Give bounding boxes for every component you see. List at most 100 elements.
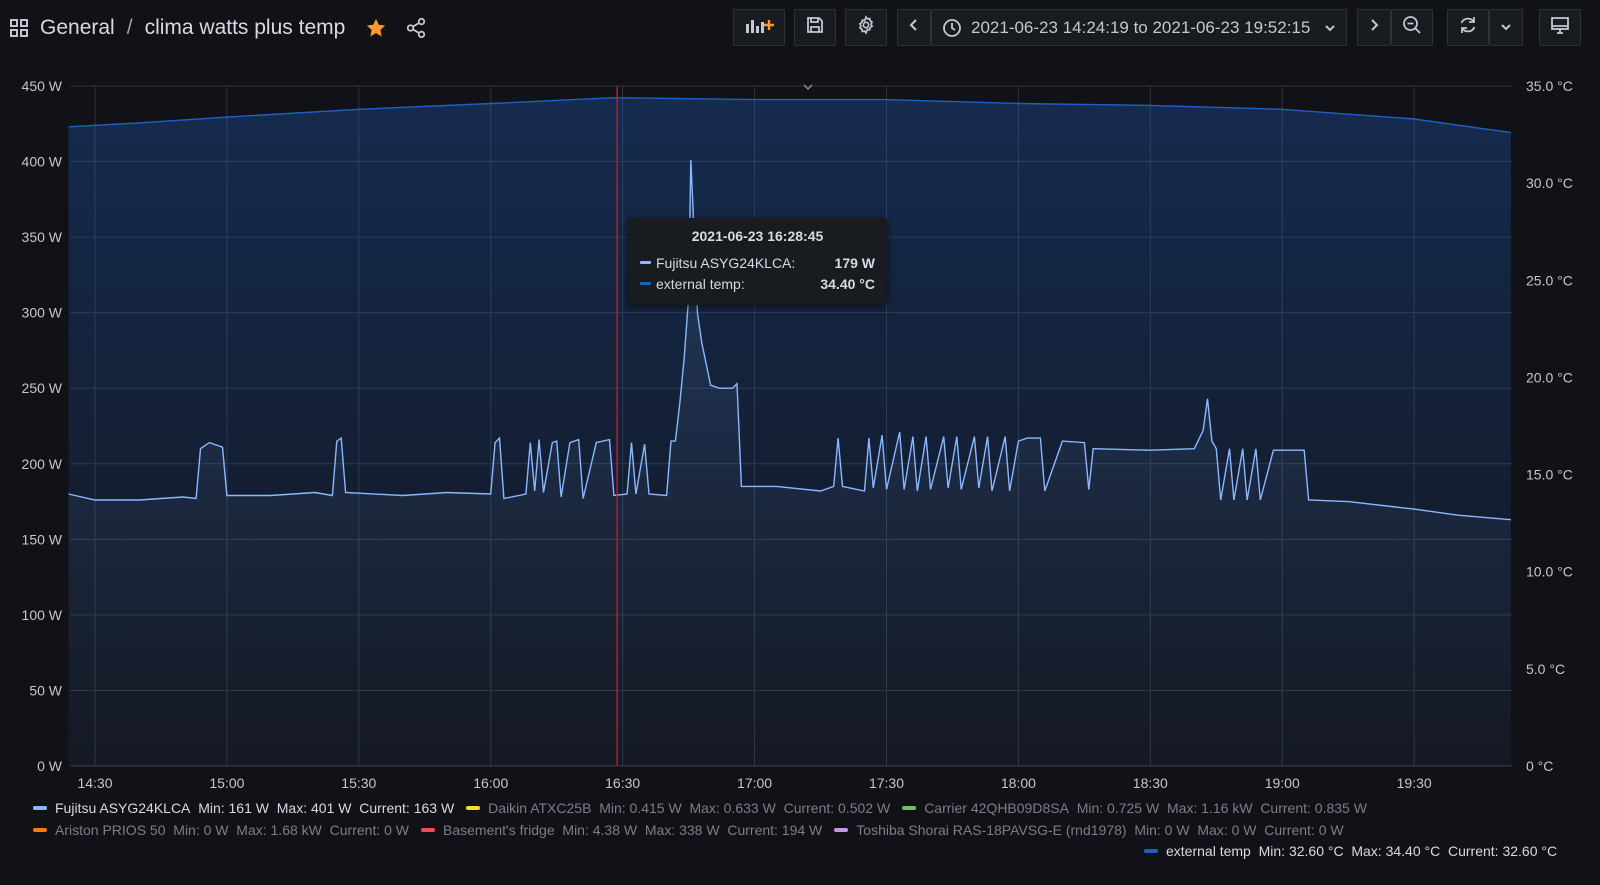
chevron-down-icon xyxy=(1324,23,1336,33)
kiosk-mode-button[interactable] xyxy=(1539,9,1581,46)
legend-item-daikin[interactable]: Daikin ATXC25B Min: 0.415 W Max: 0.633 W… xyxy=(466,800,890,816)
y-left-tick-label: 250 W xyxy=(22,380,63,396)
legend-name: Toshiba Shorai RAS-18PAVSG-E (rnd1978) xyxy=(856,822,1127,838)
zoom-out-icon xyxy=(1402,15,1422,40)
save-dashboard-button[interactable] xyxy=(794,9,836,46)
y-left-tick-label: 350 W xyxy=(22,229,63,245)
breadcrumb-separator: / xyxy=(126,16,133,39)
add-panel-button[interactable] xyxy=(733,9,785,46)
time-shift-back-button[interactable] xyxy=(897,9,931,46)
tooltip-swatch xyxy=(640,282,651,285)
apps-grid-icon[interactable] xyxy=(8,17,30,39)
dashboard-title[interactable]: clima watts plus temp xyxy=(145,16,346,40)
y-right-tick-label: 20.0 °C xyxy=(1526,369,1573,385)
legend-item-basement-fridge[interactable]: Basement's fridge Min: 4.38 W Max: 338 W… xyxy=(421,822,822,838)
legend-name: Ariston PRIOS 50 xyxy=(55,822,166,838)
y-left-tick-label: 450 W xyxy=(22,78,63,94)
add-panel-icon xyxy=(744,15,774,40)
legend-name: external temp xyxy=(1166,843,1251,859)
y-left-tick-label: 150 W xyxy=(22,531,63,547)
y-right-tick-label: 30.0 °C xyxy=(1526,175,1573,191)
legend-stats: Min: 161 W Max: 401 W Current: 163 W xyxy=(198,800,455,816)
legend-row: external temp Min: 32.60 °C Max: 34.40 °… xyxy=(1144,843,1569,859)
legend-stats: Min: 0 W Max: 1.68 kW Current: 0 W xyxy=(173,822,409,838)
tooltip-series-value: 34.40 °C xyxy=(820,275,875,292)
zoom-out-button[interactable] xyxy=(1391,9,1433,46)
tooltip-time: 2021-06-23 16:28:45 xyxy=(691,228,824,244)
tooltip-series-name: external temp: xyxy=(656,275,745,292)
legend-stats: Min: 4.38 W Max: 338 W Current: 194 W xyxy=(562,822,823,838)
legend-item-ariston[interactable]: Ariston PRIOS 50 Min: 0 W Max: 1.68 kW C… xyxy=(33,822,409,838)
legend-item-toshiba[interactable]: Toshiba Shorai RAS-18PAVSG-E (rnd1978) M… xyxy=(834,822,1344,838)
y-left-tick-label: 50 W xyxy=(29,682,62,698)
legend-item-carrier[interactable]: Carrier 42QHB09D8SA Min: 0.725 W Max: 1.… xyxy=(902,800,1367,816)
legend-row: Ariston PRIOS 50 Min: 0 W Max: 1.68 kW C… xyxy=(33,822,1356,838)
save-icon xyxy=(806,16,824,39)
x-tick-label: 16:00 xyxy=(473,775,508,791)
refresh-interval-picker[interactable] xyxy=(1489,9,1523,46)
legend-stats: Min: 0.725 W Max: 1.16 kW Current: 0.835… xyxy=(1076,800,1367,816)
y-right-tick-label: 5.0 °C xyxy=(1526,661,1565,677)
x-tick-label: 18:30 xyxy=(1133,775,1168,791)
x-tick-label: 17:00 xyxy=(737,775,772,791)
refresh-icon xyxy=(1458,15,1478,40)
x-tick-label: 15:30 xyxy=(341,775,376,791)
dashboard-settings-button[interactable] xyxy=(845,9,887,46)
left-y-axis: 0 W 50 W 100 W 150 W 200 W 250 W 300 W 350 W 400… xyxy=(22,78,63,774)
x-tick-label: 19:00 xyxy=(1265,775,1300,791)
y-right-tick-label: 15.0 °C xyxy=(1526,467,1573,483)
time-range-picker[interactable]: 2021-06-23 14:24:19 to 2021-06-23 19:52:… xyxy=(931,9,1347,46)
monitor-icon xyxy=(1550,15,1570,40)
legend-swatch xyxy=(466,806,481,810)
breadcrumb-folder[interactable]: General xyxy=(40,16,115,40)
chevron-down-icon xyxy=(1500,19,1512,37)
y-right-tick-label: 25.0 °C xyxy=(1526,272,1573,288)
x-tick-label: 19:30 xyxy=(1397,775,1432,791)
x-axis: 14:30 15:00 15:30 16:00 16:30 17:00 17:30 18:00… xyxy=(77,775,1431,791)
time-range-label: 2021-06-23 14:24:19 to 2021-06-23 19:52:… xyxy=(971,17,1311,37)
y-left-tick-label: 0 W xyxy=(37,758,63,774)
legend-swatch xyxy=(834,828,849,832)
refresh-dashboard-button[interactable] xyxy=(1447,9,1489,46)
chevron-right-icon xyxy=(1368,18,1380,37)
legend-swatch xyxy=(33,806,47,810)
time-shift-forward-button[interactable] xyxy=(1357,9,1391,46)
y-right-tick-label: 35.0 °C xyxy=(1526,78,1573,94)
time-series-chart[interactable]: 0 W 50 W 100 W 150 W 200 W 250 W 300 W 350 W 400… xyxy=(0,56,1600,796)
y-left-tick-label: 300 W xyxy=(22,305,63,321)
hover-tooltip: 2021-06-23 16:28:45 Fujitsu ASYG24KLCA: … xyxy=(628,218,887,305)
y-left-tick-label: 100 W xyxy=(22,607,63,623)
y-left-tick-label: 400 W xyxy=(22,154,63,170)
clock-icon xyxy=(942,18,962,38)
legend-swatch xyxy=(902,806,917,810)
legend-name: Basement's fridge xyxy=(443,822,555,838)
tooltip-row: external temp: 34.40 °C xyxy=(640,273,875,294)
y-left-tick-label: 200 W xyxy=(22,456,63,472)
legend-row: Fujitsu ASYG24KLCA Min: 161 W Max: 401 W… xyxy=(33,800,1379,816)
x-tick-label: 17:30 xyxy=(869,775,904,791)
legend-swatch xyxy=(1144,849,1158,853)
legend-item-fujitsu[interactable]: Fujitsu ASYG24KLCA Min: 161 W Max: 401 W… xyxy=(33,800,454,816)
legend-stats: Min: 0.415 W Max: 0.633 W Current: 0.502… xyxy=(599,800,891,816)
legend-name: Daikin ATXC25B xyxy=(488,800,592,816)
y-right-tick-label: 10.0 °C xyxy=(1526,564,1573,580)
legend-swatch xyxy=(421,828,435,832)
gear-icon xyxy=(856,15,876,40)
legend-swatch xyxy=(33,828,47,832)
breadcrumb: General / clima watts plus temp xyxy=(8,11,429,45)
star-icon[interactable] xyxy=(365,16,389,40)
chevron-left-icon xyxy=(908,18,920,37)
tooltip-row: Fujitsu ASYG24KLCA: 179 W xyxy=(640,252,875,273)
share-icon[interactable] xyxy=(405,16,429,40)
tooltip-series-value: 179 W xyxy=(834,254,875,271)
right-y-axis: 0 °C 5.0 °C 10.0 °C 15.0 °C 20.0 °C 25.0 °C 30… xyxy=(1526,78,1573,774)
legend-stats: Min: 0 W Max: 0 W Current: 0 W xyxy=(1134,822,1344,838)
tooltip-swatch xyxy=(640,261,651,264)
x-tick-label: 14:30 xyxy=(77,775,112,791)
legend-item-external-temp[interactable]: external temp Min: 32.60 °C Max: 34.40 °… xyxy=(1144,843,1557,859)
dashboard-navbar: General / clima watts plus temp 2021-06-… xyxy=(0,0,1600,56)
x-tick-label: 18:00 xyxy=(1001,775,1036,791)
legend-name: Carrier 42QHB09D8SA xyxy=(924,800,1069,816)
x-tick-label: 16:30 xyxy=(605,775,640,791)
x-tick-label: 15:00 xyxy=(209,775,244,791)
